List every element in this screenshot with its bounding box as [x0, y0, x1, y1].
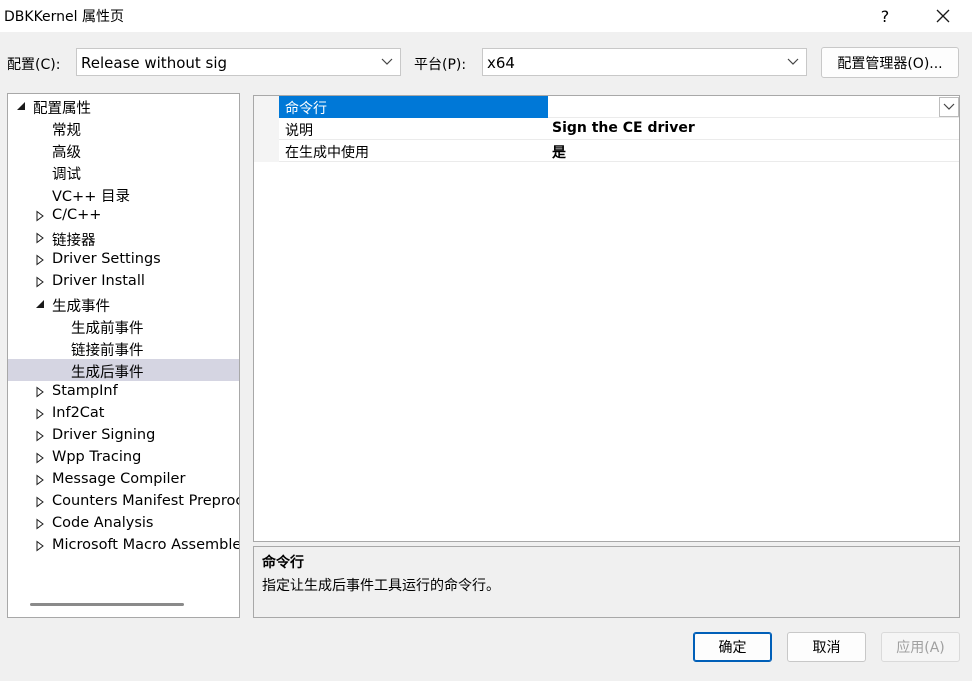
- description-title: 命令行: [262, 555, 304, 571]
- tree-node-label: Message Compiler: [52, 471, 186, 487]
- tree-node[interactable]: Counters Manifest Preprocessor: [8, 491, 239, 513]
- config-manager-button[interactable]: 配置管理器(O)...: [821, 47, 959, 78]
- tree-node-label: Code Analysis: [52, 515, 154, 531]
- tree-node[interactable]: Wpp Tracing: [8, 447, 239, 469]
- collapsed-triangle-icon[interactable]: [35, 430, 45, 442]
- window-title: DBKKernel 属性页: [4, 9, 124, 25]
- horizontal-scrollbar[interactable]: [30, 603, 184, 606]
- tree-node-label: Microsoft Macro Assembler: [52, 537, 240, 553]
- tree-node-label: 调试: [52, 167, 81, 183]
- tree-node[interactable]: StampInf: [8, 381, 239, 403]
- grid-row-command-line[interactable]: 命令行: [254, 96, 959, 118]
- tree-node-label: Driver Install: [52, 273, 145, 289]
- tree-node[interactable]: Code Analysis: [8, 513, 239, 535]
- tree-node[interactable]: 生成事件: [8, 293, 239, 315]
- platform-combobox[interactable]: x64: [482, 48, 807, 76]
- tree-node-label: VC++ 目录: [52, 189, 130, 205]
- description-pane: 命令行 指定让生成后事件工具运行的命令行。: [253, 546, 960, 618]
- tree-node[interactable]: 链接前事件: [8, 337, 239, 359]
- tree-node[interactable]: Inf2Cat: [8, 403, 239, 425]
- title-bar: DBKKernel 属性页 ?: [0, 0, 972, 32]
- property-tree[interactable]: 配置属性常规高级调试 VC++ 目录 C/C++ 链接器 Driver Settings…: [7, 93, 240, 618]
- apply-button[interactable]: 应用(A): [881, 632, 960, 662]
- tree-node[interactable]: Driver Signing: [8, 425, 239, 447]
- tree-node-label: 高级: [52, 145, 81, 161]
- collapsed-triangle-icon[interactable]: [35, 518, 45, 530]
- tree-node[interactable]: Message Compiler: [8, 469, 239, 491]
- expanded-triangle-icon[interactable]: [16, 100, 26, 112]
- config-value: Release without sig: [81, 54, 228, 72]
- tree-node[interactable]: 调试: [8, 161, 239, 183]
- description-text: 指定让生成后事件工具运行的命令行。: [262, 578, 500, 594]
- chevron-down-icon: [381, 58, 393, 65]
- tree-node[interactable]: 生成后事件: [8, 359, 239, 381]
- config-label: 配置(C):: [7, 57, 61, 73]
- tree-node-label: 链接器: [52, 233, 96, 249]
- expanded-triangle-icon[interactable]: [35, 298, 45, 310]
- property-value[interactable]: Sign the CE driver: [552, 120, 695, 136]
- tree-node[interactable]: 常规: [8, 117, 239, 139]
- tree-node[interactable]: Driver Install: [8, 271, 239, 293]
- tree-node-label: Driver Settings: [52, 251, 161, 267]
- close-button[interactable]: [920, 0, 966, 32]
- tree-node-label: Inf2Cat: [52, 405, 105, 421]
- tree-node-label: Counters Manifest Preprocessor: [52, 493, 239, 509]
- tree-node[interactable]: 生成前事件: [8, 315, 239, 337]
- grid-row-use-in-build[interactable]: 在生成中使用 是: [254, 140, 959, 162]
- collapsed-triangle-icon[interactable]: [35, 210, 45, 222]
- property-name: 在生成中使用: [285, 145, 369, 161]
- tree-node-label: 生成事件: [52, 299, 110, 315]
- chevron-down-icon: [787, 58, 799, 65]
- tree-node-label: Driver Signing: [52, 427, 156, 443]
- tree-node[interactable]: Driver Settings: [8, 249, 239, 271]
- tree-node[interactable]: 链接器: [8, 227, 239, 249]
- grid-row-description[interactable]: 说明 Sign the CE driver: [254, 118, 959, 140]
- tree-node-label: 生成后事件: [71, 365, 144, 381]
- property-value[interactable]: 是: [552, 142, 566, 162]
- tree-node-label: StampInf: [52, 383, 118, 399]
- tree-node-label: 链接前事件: [71, 343, 144, 359]
- collapsed-triangle-icon[interactable]: [35, 452, 45, 464]
- tree-node-label: 配置属性: [33, 101, 91, 117]
- chevron-down-icon: [943, 103, 955, 110]
- tree-node[interactable]: Microsoft Macro Assembler: [8, 535, 239, 557]
- cancel-button[interactable]: 取消: [787, 632, 866, 662]
- tree-node[interactable]: VC++ 目录: [8, 183, 239, 205]
- collapsed-triangle-icon[interactable]: [35, 276, 45, 288]
- property-grid: 命令行 说明 Sign the CE driver 在生成中使用 是: [253, 95, 960, 542]
- tree-node-label: 常规: [52, 123, 81, 139]
- tree-node-label: Wpp Tracing: [52, 449, 142, 465]
- collapsed-triangle-icon[interactable]: [35, 408, 45, 420]
- platform-value: x64: [487, 54, 515, 72]
- ok-button[interactable]: 确定: [693, 632, 772, 662]
- collapsed-triangle-icon[interactable]: [35, 540, 45, 552]
- close-icon: [936, 9, 950, 23]
- property-name: 说明: [285, 123, 313, 139]
- collapsed-triangle-icon[interactable]: [35, 232, 45, 244]
- tree-node[interactable]: C/C++: [8, 205, 239, 227]
- collapsed-triangle-icon[interactable]: [35, 254, 45, 266]
- tree-node[interactable]: 高级: [8, 139, 239, 161]
- value-dropdown-button[interactable]: [939, 97, 959, 117]
- help-button[interactable]: ?: [862, 0, 908, 32]
- collapsed-triangle-icon[interactable]: [35, 386, 45, 398]
- tree-node-label: C/C++: [52, 207, 102, 223]
- platform-label: 平台(P):: [414, 57, 467, 73]
- collapsed-triangle-icon[interactable]: [35, 474, 45, 486]
- tree-node[interactable]: 配置属性: [8, 95, 239, 117]
- config-combobox[interactable]: Release without sig: [76, 48, 401, 76]
- tree-node-label: 生成前事件: [71, 321, 144, 337]
- property-name: 命令行: [279, 96, 548, 118]
- collapsed-triangle-icon[interactable]: [35, 496, 45, 508]
